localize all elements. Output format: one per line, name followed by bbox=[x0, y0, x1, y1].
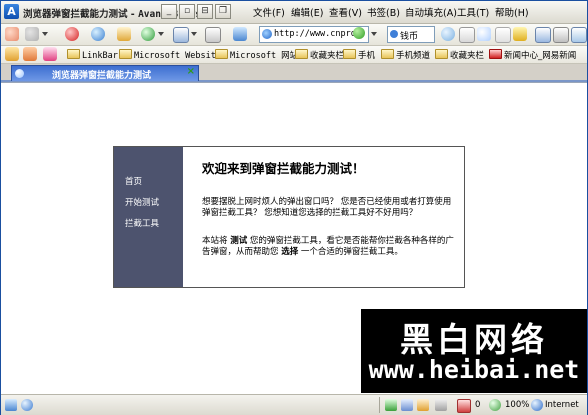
activex-block-icon[interactable] bbox=[435, 399, 447, 411]
folder-icon bbox=[67, 49, 80, 59]
address-input[interactable]: http://www.cnproxy bbox=[274, 29, 356, 39]
favorite-item[interactable]: Microsoft Websites bbox=[119, 49, 226, 61]
favorites-bar: LinkBar Microsoft Websites Microsoft 网站 … bbox=[1, 46, 587, 64]
menu-bookmarks[interactable]: 书签(B) bbox=[367, 5, 400, 19]
minimize-icon[interactable]: _ bbox=[161, 4, 177, 19]
favorites-star-icon[interactable] bbox=[5, 47, 19, 61]
favorite-item[interactable]: Microsoft 网站 bbox=[215, 49, 298, 61]
history-icon[interactable] bbox=[141, 27, 155, 41]
description-paragraph: 本站将 测试 您的弹窗拦截工具，看它是否能帮你拦截各种各样的广告弹窗，从而帮助您… bbox=[202, 236, 454, 257]
refresh-icon[interactable] bbox=[91, 27, 105, 41]
security-zone: Internet bbox=[545, 400, 579, 410]
search-engine-icon bbox=[390, 30, 398, 38]
favorite-item[interactable]: 手机 bbox=[343, 49, 375, 61]
tab-bar: 浏览器弹窗拦截能力测试 × bbox=[1, 64, 587, 82]
folder-icon bbox=[295, 49, 308, 59]
zoom-level[interactable]: 100% bbox=[505, 400, 529, 410]
cascade-windows-icon[interactable] bbox=[535, 27, 551, 43]
navigation-toolbar: http://www.cnproxy 钱币 bbox=[1, 24, 587, 46]
side-nav: 首页 开始测试 拦截工具 bbox=[114, 147, 183, 287]
search-input[interactable]: 钱币 bbox=[400, 29, 418, 42]
nav-home-link[interactable]: 首页 bbox=[125, 175, 142, 187]
menu-help[interactable]: 帮助(H) bbox=[495, 5, 529, 19]
stop-icon[interactable] bbox=[65, 27, 79, 41]
menu-tools[interactable]: 工具(T) bbox=[457, 5, 489, 19]
flash-block-icon[interactable] bbox=[385, 399, 397, 411]
organize-favorites-icon[interactable] bbox=[43, 47, 57, 61]
favorite-item[interactable]: 收藏夹栏 bbox=[435, 49, 484, 61]
status-bar: 0 100% Internet bbox=[1, 394, 587, 415]
watermark-cn: 黑白网络 bbox=[400, 320, 548, 359]
folder-icon bbox=[435, 49, 448, 59]
test-panel: 首页 开始测试 拦截工具 欢迎来到弹窗拦截能力测试！ 想要摆脱上网时烦人的弹出窗… bbox=[113, 146, 465, 288]
image-block-icon[interactable] bbox=[401, 399, 413, 411]
back-icon[interactable] bbox=[5, 27, 19, 41]
folder-icon bbox=[381, 49, 394, 59]
browser-window: A 浏览器弹窗拦截能力测试 - Avant Browser _ ▫ ⊟ ❐ 文件… bbox=[0, 0, 588, 415]
window-icon[interactable] bbox=[173, 27, 189, 43]
address-dropdown-icon[interactable] bbox=[371, 32, 377, 36]
cursor-icon[interactable] bbox=[233, 27, 247, 41]
pen-icon[interactable] bbox=[513, 27, 527, 41]
tile-icon[interactable]: ⊟ bbox=[197, 4, 213, 19]
popup-blocker-icon[interactable] bbox=[457, 399, 471, 413]
forward-icon[interactable] bbox=[25, 27, 39, 41]
zoom-icon[interactable] bbox=[489, 399, 501, 411]
menu-autofill[interactable]: 自动填充(A) bbox=[405, 5, 457, 19]
page-content: 首页 开始测试 拦截工具 欢迎来到弹窗拦截能力测试！ 想要摆脱上网时烦人的弹出窗… bbox=[1, 82, 587, 394]
restore-icon[interactable]: ▫ bbox=[179, 4, 195, 19]
search-go-icon[interactable] bbox=[441, 27, 455, 41]
watermark-url: www.heibai.net bbox=[368, 355, 580, 384]
page-icon[interactable] bbox=[459, 27, 475, 43]
watermark: 黑白网络 www.heibai.net bbox=[361, 309, 587, 393]
cascade-icon[interactable]: ❐ bbox=[215, 4, 231, 19]
find-icon[interactable] bbox=[477, 27, 491, 41]
favorite-item[interactable]: 手机频道 bbox=[381, 49, 430, 61]
search-box[interactable]: 钱币 bbox=[387, 26, 435, 43]
popup-blocked-count: 0 bbox=[475, 400, 481, 410]
globe-icon bbox=[262, 29, 272, 39]
menu-file[interactable]: 文件(F) bbox=[253, 5, 285, 19]
highlight-icon[interactable] bbox=[495, 27, 511, 43]
history-dropdown-icon[interactable] bbox=[158, 32, 164, 36]
folder-icon bbox=[215, 49, 228, 59]
panel-main: 欢迎来到弹窗拦截能力测试！ 想要摆脱上网时烦人的弹出窗口吗？ 您是否已经使用或者… bbox=[198, 147, 458, 287]
nav-start-test-link[interactable]: 开始测试 bbox=[125, 196, 159, 208]
script-block-icon[interactable] bbox=[417, 399, 429, 411]
tile-windows-icon[interactable] bbox=[553, 27, 569, 43]
home-icon[interactable] bbox=[117, 27, 131, 41]
tab-label: 浏览器弹窗拦截能力测试 bbox=[52, 71, 152, 81]
netease-icon bbox=[489, 49, 502, 59]
status-divider bbox=[379, 397, 380, 413]
close-tab-icon[interactable]: × bbox=[187, 66, 195, 77]
screen-icon[interactable] bbox=[205, 27, 221, 43]
fullscreen-icon[interactable] bbox=[571, 27, 587, 43]
favorite-item[interactable]: 新闻中心_网易新闻 bbox=[489, 49, 576, 61]
page-title: 欢迎来到弹窗拦截能力测试！ bbox=[202, 161, 365, 176]
intro-paragraph: 想要摆脱上网时烦人的弹出窗口吗？ 您是否已经使用或者打算使用弹窗拦截工具？ 您想… bbox=[202, 197, 452, 218]
app-logo-icon: A bbox=[4, 4, 19, 19]
menu-edit[interactable]: 编辑(E) bbox=[291, 5, 323, 19]
folder-icon bbox=[343, 49, 356, 59]
folder-icon bbox=[119, 49, 132, 59]
favorite-item[interactable]: 收藏夹栏 bbox=[295, 49, 344, 61]
add-favorite-icon[interactable] bbox=[23, 47, 37, 61]
status-panel-icon[interactable] bbox=[5, 399, 17, 411]
forward-dropdown-icon[interactable] bbox=[42, 32, 48, 36]
favorite-item[interactable]: LinkBar bbox=[67, 49, 118, 61]
internet-zone-icon bbox=[531, 399, 543, 411]
status-globe-icon[interactable] bbox=[21, 399, 33, 411]
menu-view[interactable]: 查看(V) bbox=[329, 5, 362, 19]
window-dropdown-icon[interactable] bbox=[191, 32, 197, 36]
go-icon[interactable] bbox=[353, 27, 365, 39]
nav-blocker-tools-link[interactable]: 拦截工具 bbox=[125, 217, 159, 229]
page-favicon-icon bbox=[15, 69, 24, 78]
tab-active[interactable]: 浏览器弹窗拦截能力测试 × bbox=[11, 65, 199, 81]
title-bar: A 浏览器弹窗拦截能力测试 - Avant Browser _ ▫ ⊟ ❐ 文件… bbox=[1, 1, 587, 24]
